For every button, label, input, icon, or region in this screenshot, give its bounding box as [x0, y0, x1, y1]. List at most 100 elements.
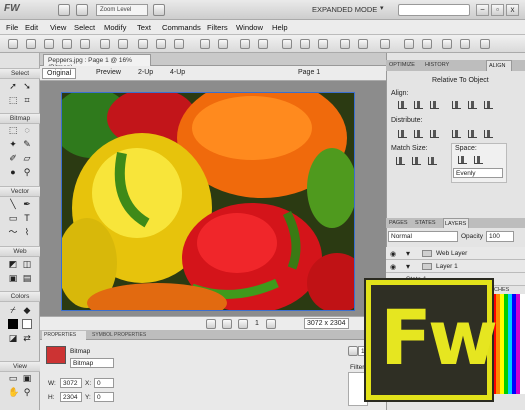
screen-mode-icon[interactable]: ▭	[8, 373, 18, 383]
relative-to-label[interactable]: Relative To Object	[432, 77, 489, 84]
default-colors-icon[interactable]: ◪	[8, 333, 18, 343]
subselect-tool-icon[interactable]: ➘	[22, 81, 32, 91]
print-icon[interactable]	[80, 39, 90, 49]
minimize-button[interactable]: −	[476, 4, 489, 16]
tab-properties[interactable]: PROPERTIES	[42, 331, 86, 340]
eye-icon[interactable]: ◉	[390, 263, 396, 271]
hotspot-tool-icon[interactable]: ◩	[8, 259, 18, 269]
show-slices-icon[interactable]: ▤	[22, 273, 32, 283]
opacity-swatch-icon[interactable]	[348, 346, 358, 356]
tab-preview[interactable]: Preview	[92, 68, 125, 79]
align-menu-icon[interactable]	[380, 39, 390, 49]
distribute-left-icon[interactable]	[398, 130, 407, 138]
bring-front-icon[interactable]	[282, 39, 292, 49]
stroke-color-swatch[interactable]	[8, 319, 18, 329]
layer-row-1[interactable]: ◉ ▾ Layer 1	[386, 260, 525, 273]
rotate-right-icon[interactable]	[358, 39, 368, 49]
crop-tool-icon[interactable]: ⌗	[22, 95, 32, 105]
full-screen-icon[interactable]: ▣	[22, 373, 32, 383]
align-top-icon[interactable]	[452, 101, 461, 109]
pen-tool-icon[interactable]: ✒	[22, 199, 32, 209]
import-icon[interactable]	[62, 39, 72, 49]
expand-arrow-icon[interactable]: ▾	[406, 249, 410, 258]
magic-wand-icon[interactable]: ✦	[8, 139, 18, 149]
align-center-h-icon[interactable]	[414, 101, 423, 109]
menu-file[interactable]: File	[6, 23, 18, 32]
eraser-tool-icon[interactable]: ▱	[22, 153, 32, 163]
tab-2up[interactable]: 2-Up	[134, 68, 157, 79]
distribute-right-icon[interactable]	[430, 130, 439, 138]
match-width-icon[interactable]	[396, 157, 405, 165]
text-tool-icon[interactable]: T	[22, 213, 32, 223]
align-left-icon[interactable]	[398, 101, 407, 109]
menu-window[interactable]: Window	[236, 23, 263, 32]
line-tool-icon[interactable]: ╲	[8, 199, 18, 209]
save-icon[interactable]	[44, 39, 54, 49]
chevron-down-icon[interactable]: ▾	[380, 4, 384, 12]
prev-page-icon[interactable]	[222, 319, 232, 329]
pointer-tool-icon[interactable]: ➚	[8, 81, 18, 91]
align-right-icon[interactable]	[430, 101, 439, 109]
menu-commands[interactable]: Commands	[162, 23, 201, 32]
tab-original[interactable]: Original	[42, 68, 77, 79]
ungroup-icon[interactable]	[218, 39, 228, 49]
tab-align[interactable]: ALIGN	[486, 60, 512, 71]
blur-tool-icon[interactable]: ●	[8, 167, 18, 177]
play-icon[interactable]	[238, 319, 248, 329]
align-bottom-icon[interactable]	[484, 101, 493, 109]
swatches-tab[interactable]: CHES	[494, 287, 509, 293]
next-page-icon[interactable]	[266, 319, 276, 329]
hand-icon[interactable]	[58, 4, 70, 16]
first-page-icon[interactable]	[206, 319, 216, 329]
x-field[interactable]: 0	[94, 378, 114, 388]
filters-list[interactable]	[348, 372, 368, 406]
join-icon[interactable]	[240, 39, 250, 49]
split-icon[interactable]	[258, 39, 268, 49]
y-field[interactable]: 0	[94, 392, 114, 402]
space-vertical-icon[interactable]	[474, 156, 483, 164]
document-tab[interactable]: Peppers.jpg : Page 1 @ 16% (Bitmap)	[43, 54, 151, 71]
marquee-tool-icon[interactable]: ⬚	[8, 125, 18, 135]
lasso-tool-icon[interactable]: ◌	[22, 125, 32, 135]
menu-text[interactable]: Text	[137, 23, 151, 32]
menu-select[interactable]: Select	[74, 23, 95, 32]
height-field[interactable]: 2304	[60, 392, 82, 402]
layout-icon[interactable]	[153, 4, 165, 16]
arrange-icon[interactable]	[442, 39, 452, 49]
distort-icon[interactable]	[480, 39, 490, 49]
distribute-bottom-icon[interactable]	[484, 130, 493, 138]
scale-tool-icon[interactable]: ⬚	[8, 95, 18, 105]
hide-slices-icon[interactable]: ▣	[8, 273, 18, 283]
menu-view[interactable]: View	[50, 23, 66, 32]
peppers-image[interactable]	[61, 92, 355, 311]
send-back-icon[interactable]	[300, 39, 310, 49]
eye-icon[interactable]: ◉	[390, 250, 396, 258]
fill-color-swatch[interactable]	[22, 319, 32, 329]
align-icon[interactable]	[318, 39, 328, 49]
zoom-icon[interactable]	[76, 4, 88, 16]
expand-arrow-icon[interactable]: ▾	[406, 262, 410, 271]
match-both-icon[interactable]	[428, 157, 437, 165]
cut-icon[interactable]	[138, 39, 148, 49]
freeform-tool-icon[interactable]: 〜	[8, 227, 18, 237]
search-input[interactable]	[398, 4, 470, 16]
match-height-icon[interactable]	[412, 157, 421, 165]
flip-vertical-icon[interactable]	[422, 39, 432, 49]
opacity-field[interactable]: 100	[486, 231, 514, 242]
zoom-tool-icon[interactable]: ⚲	[22, 387, 32, 397]
brush-tool-icon[interactable]: ✎	[22, 139, 32, 149]
swap-colors-icon[interactable]: ⇄	[22, 333, 32, 343]
distribute-top-icon[interactable]	[452, 130, 461, 138]
close-button[interactable]: x	[506, 4, 519, 16]
tab-optimize[interactable]: OPTIMIZE	[389, 62, 415, 68]
restore-button[interactable]: ▫	[491, 4, 504, 16]
page-label[interactable]: Page 1	[298, 69, 320, 76]
rotate-left-icon[interactable]	[340, 39, 350, 49]
scale-icon[interactable]	[460, 39, 470, 49]
distribute-center-v-icon[interactable]	[468, 130, 477, 138]
distribute-center-h-icon[interactable]	[414, 130, 423, 138]
open-icon[interactable]	[26, 39, 36, 49]
menu-filters[interactable]: Filters	[207, 23, 228, 32]
menu-modify[interactable]: Modify	[104, 23, 126, 32]
new-icon[interactable]	[8, 39, 18, 49]
